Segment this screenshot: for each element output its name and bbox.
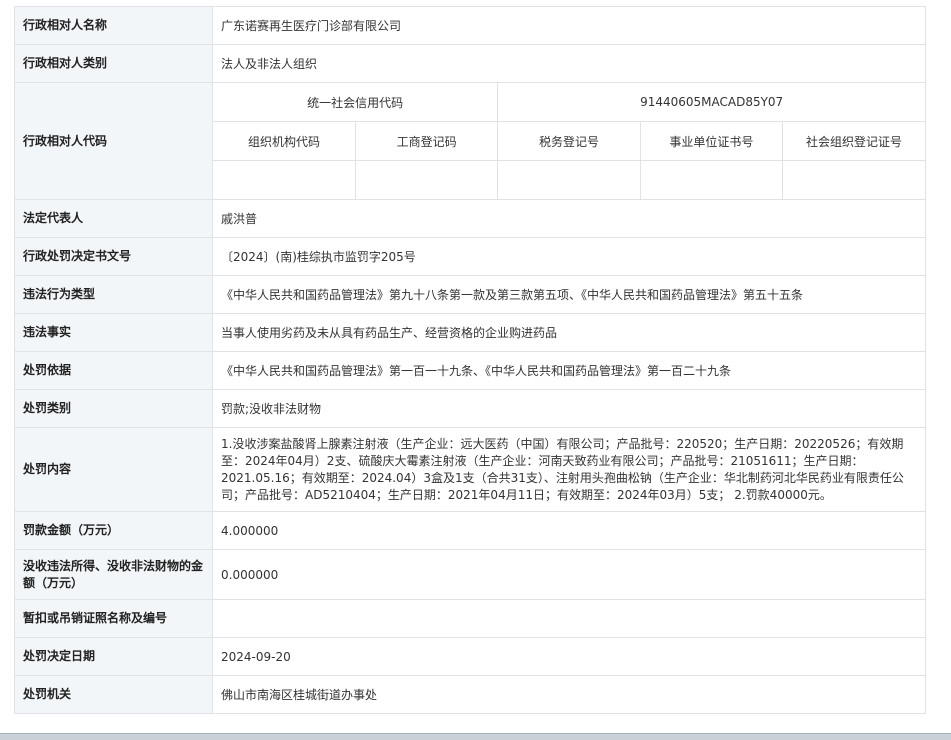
row-label: 法定代表人: [14, 199, 213, 238]
table-row: 处罚类别 罚款;没收非法财物: [14, 389, 926, 428]
table-row: 行政相对人名称 广东诺赛再生医疗门诊部有限公司: [14, 6, 926, 45]
table-row: 法定代表人 戚洪普: [14, 199, 926, 238]
row-label: 处罚机关: [14, 675, 213, 714]
row-value: 广东诺赛再生医疗门诊部有限公司: [212, 6, 926, 45]
row-value: 戚洪普: [212, 199, 926, 238]
sub-value: [354, 160, 499, 199]
sub-header: 工商登记码: [354, 121, 499, 161]
sub-header: 组织机构代码: [213, 121, 356, 161]
table-row: 处罚机关 佛山市南海区桂城街道办事处: [14, 675, 926, 714]
row-value: 4.000000: [212, 511, 926, 550]
row-value: 2024-09-20: [212, 637, 926, 676]
table-row: 违法行为类型 《中华人民共和国药品管理法》第九十八条第一款及第三款第五项、《中华…: [14, 275, 926, 314]
row-label: 没收违法所得、没收非法财物的金额（万元）: [14, 549, 213, 600]
table-row: 暂扣或吊销证照名称及编号: [14, 599, 926, 638]
sub-value: [639, 160, 784, 199]
table-row: 行政处罚决定书文号 〔2024〕(南)桂综执市监罚字205号: [14, 237, 926, 276]
row-label: 行政相对人类别: [14, 44, 213, 83]
row-label: 行政处罚决定书文号: [14, 237, 213, 276]
table-row: 罚款金额（万元） 4.000000: [14, 511, 926, 550]
row-value: 〔2024〕(南)桂综执市监罚字205号: [212, 237, 926, 276]
table-row: 行政相对人类别 法人及非法人组织: [14, 44, 926, 83]
code-subtable: 统一社会信用代码 91440605MACAD85Y07 组织机构代码 工商登记码…: [213, 83, 925, 199]
row-value: 佛山市南海区桂城街道办事处: [212, 675, 926, 714]
table-row: 处罚依据 《中华人民共和国药品管理法》第一百一十九条、《中华人民共和国药品管理法…: [14, 351, 926, 390]
table-row: 处罚内容 1.没收涉案盐酸肾上腺素注射液（生产企业：远大医药（中国）有限公司；产…: [14, 427, 926, 512]
row-label: 处罚决定日期: [14, 637, 213, 676]
credit-code-value: 91440605MACAD85Y07: [497, 83, 925, 122]
table-row: 没收违法所得、没收非法财物的金额（万元） 0.000000: [14, 549, 926, 600]
row-label: 处罚类别: [14, 389, 213, 428]
row-label: 违法事实: [14, 313, 213, 352]
penalty-info-panel: 行政相对人名称 广东诺赛再生医疗门诊部有限公司 行政相对人类别 法人及非法人组织…: [14, 6, 926, 714]
row-label: 暂扣或吊销证照名称及编号: [14, 599, 213, 638]
penalty-info-table: 行政相对人名称 广东诺赛再生医疗门诊部有限公司 行政相对人类别 法人及非法人组织…: [14, 6, 926, 714]
row-label: 处罚依据: [14, 351, 213, 390]
table-row: 行政相对人代码 统一社会信用代码 91440605MACAD85Y07 组织机构…: [14, 82, 926, 200]
sub-header: 社会组织登记证号: [782, 121, 925, 161]
row-label: 行政相对人名称: [14, 6, 213, 45]
sub-header: 税务登记号: [497, 121, 641, 161]
sub-value: [213, 160, 356, 199]
row-label: 罚款金额（万元）: [14, 511, 213, 550]
table-row: 违法事实 当事人使用劣药及未从具有药品生产、经营资格的企业购进药品: [14, 313, 926, 352]
row-value: 《中华人民共和国药品管理法》第九十八条第一款及第三款第五项、《中华人民共和国药品…: [212, 275, 926, 314]
row-value: 1.没收涉案盐酸肾上腺素注射液（生产企业：远大医药（中国）有限公司；产品批号：2…: [212, 427, 926, 512]
horizontal-scrollbar[interactable]: [0, 734, 951, 740]
row-value: [212, 599, 926, 638]
row-label: 行政相对人代码: [14, 82, 213, 200]
table-row: 处罚决定日期 2024-09-20: [14, 637, 926, 676]
row-label: 违法行为类型: [14, 275, 213, 314]
code-subtable-cell: 统一社会信用代码 91440605MACAD85Y07 组织机构代码 工商登记码…: [212, 82, 926, 200]
row-value: 《中华人民共和国药品管理法》第一百一十九条、《中华人民共和国药品管理法》第一百二…: [212, 351, 926, 390]
sub-value: [782, 160, 925, 199]
row-value: 法人及非法人组织: [212, 44, 926, 83]
row-value: 0.000000: [212, 549, 926, 600]
sub-header: 事业单位证书号: [639, 121, 784, 161]
row-value: 罚款;没收非法财物: [212, 389, 926, 428]
row-value: 当事人使用劣药及未从具有药品生产、经营资格的企业购进药品: [212, 313, 926, 352]
credit-code-label: 统一社会信用代码: [213, 83, 499, 122]
row-label: 处罚内容: [14, 427, 213, 512]
sub-value: [497, 160, 641, 199]
